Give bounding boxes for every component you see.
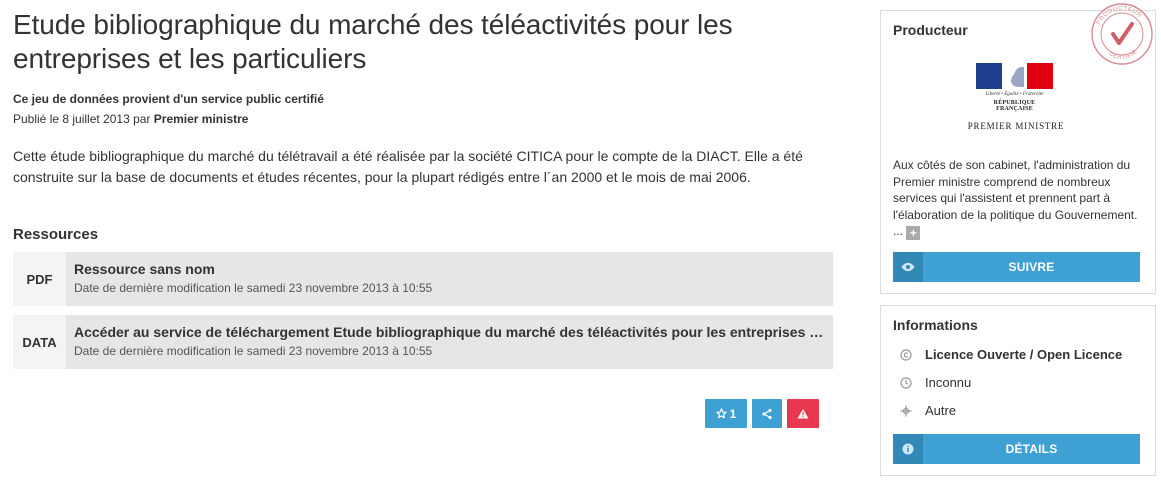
frequency-label: Inconnu (925, 375, 972, 390)
resource-body: Ressource sans nom Date de dernière modi… (66, 252, 833, 306)
logo-republic: RÉPUBLIQUE FRANÇAISE (993, 100, 1036, 112)
eye-icon (893, 252, 923, 282)
marianne-logo-icon (976, 63, 1054, 89)
resource-body: Accéder au service de téléchargement Etu… (66, 315, 833, 369)
producer-name: PREMIER MINISTRE (967, 121, 1065, 131)
resource-item[interactable]: PDF Ressource sans nom Date de dernière … (13, 252, 833, 306)
resource-date: Date de dernière modification le samedi … (74, 281, 433, 295)
resource-item[interactable]: DATA Accéder au service de téléchargemen… (13, 315, 833, 369)
crosshair-icon (899, 404, 913, 418)
producer-panel: Producteur PRODUCTEUR CERTIFIÉ Liberté •… (880, 3, 1156, 294)
clock-icon (899, 376, 913, 390)
follow-producer-label: SUIVRE (1008, 260, 1055, 274)
resource-date: Date de dernière modification le samedi … (74, 344, 433, 358)
producer-description-text: Aux côtés de son cabinet, l'administrati… (893, 158, 1138, 238)
publisher-link[interactable]: Premier ministre (154, 112, 249, 126)
read-more-button[interactable]: + (906, 226, 921, 240)
resources-heading: Ressources (13, 226, 99, 243)
published-line: Publié le 8 juillet 2013 par Premier min… (13, 112, 833, 126)
star-outline-icon (715, 408, 727, 419)
follow-producer-button[interactable]: SUIVRE (893, 252, 1140, 282)
zone-row: Autre (899, 403, 956, 418)
license-row[interactable]: Licence Ouverte / Open Licence (899, 347, 1122, 362)
producer-description: Aux côtés de son cabinet, l'administrati… (893, 157, 1148, 240)
dataset-actions: 1 (705, 399, 819, 428)
resource-format: PDF (13, 252, 66, 306)
informations-heading: Informations (893, 317, 978, 333)
certified-producer-stamp: PRODUCTEUR CERTIFIÉ (1091, 3, 1153, 65)
informations-panel: Informations Licence Ouverte / Open Lice… (880, 305, 1156, 476)
stamp-top-text: PRODUCTEUR (1096, 6, 1142, 26)
page-title: Etude bibliographique du marché des télé… (13, 9, 733, 74)
share-icon (762, 408, 772, 419)
license-label: Licence Ouverte / Open Licence (925, 347, 1123, 362)
info-icon (893, 434, 923, 464)
dataset-description: Cette étude bibliographique du marché du… (13, 148, 803, 185)
svg-text:PRODUCTEUR: PRODUCTEUR (1096, 6, 1143, 26)
resource-title[interactable]: Ressource sans nom (74, 261, 824, 277)
zone-label: Autre (925, 403, 957, 418)
frequency-row: Inconnu (899, 375, 971, 390)
copyright-icon (899, 348, 913, 362)
details-label: DÉTAILS (1005, 442, 1058, 456)
dataset-main: Etude bibliographique du marché des télé… (13, 0, 833, 369)
share-button[interactable] (752, 399, 782, 428)
follow-button[interactable]: 1 (705, 399, 747, 428)
warning-icon (797, 408, 809, 418)
details-button[interactable]: DÉTAILS (893, 434, 1140, 464)
logo-motto: Liberté • Égalité • Fraternité (985, 92, 1044, 97)
resource-title[interactable]: Accéder au service de téléchargement Etu… (74, 324, 824, 340)
certified-notice: Ce jeu de données provient d'un service … (13, 92, 324, 106)
follow-count: 1 (729, 406, 737, 421)
resource-format: DATA (13, 315, 66, 369)
published-prefix: Publié le 8 juillet 2013 par (13, 112, 154, 126)
report-button[interactable] (787, 399, 819, 428)
